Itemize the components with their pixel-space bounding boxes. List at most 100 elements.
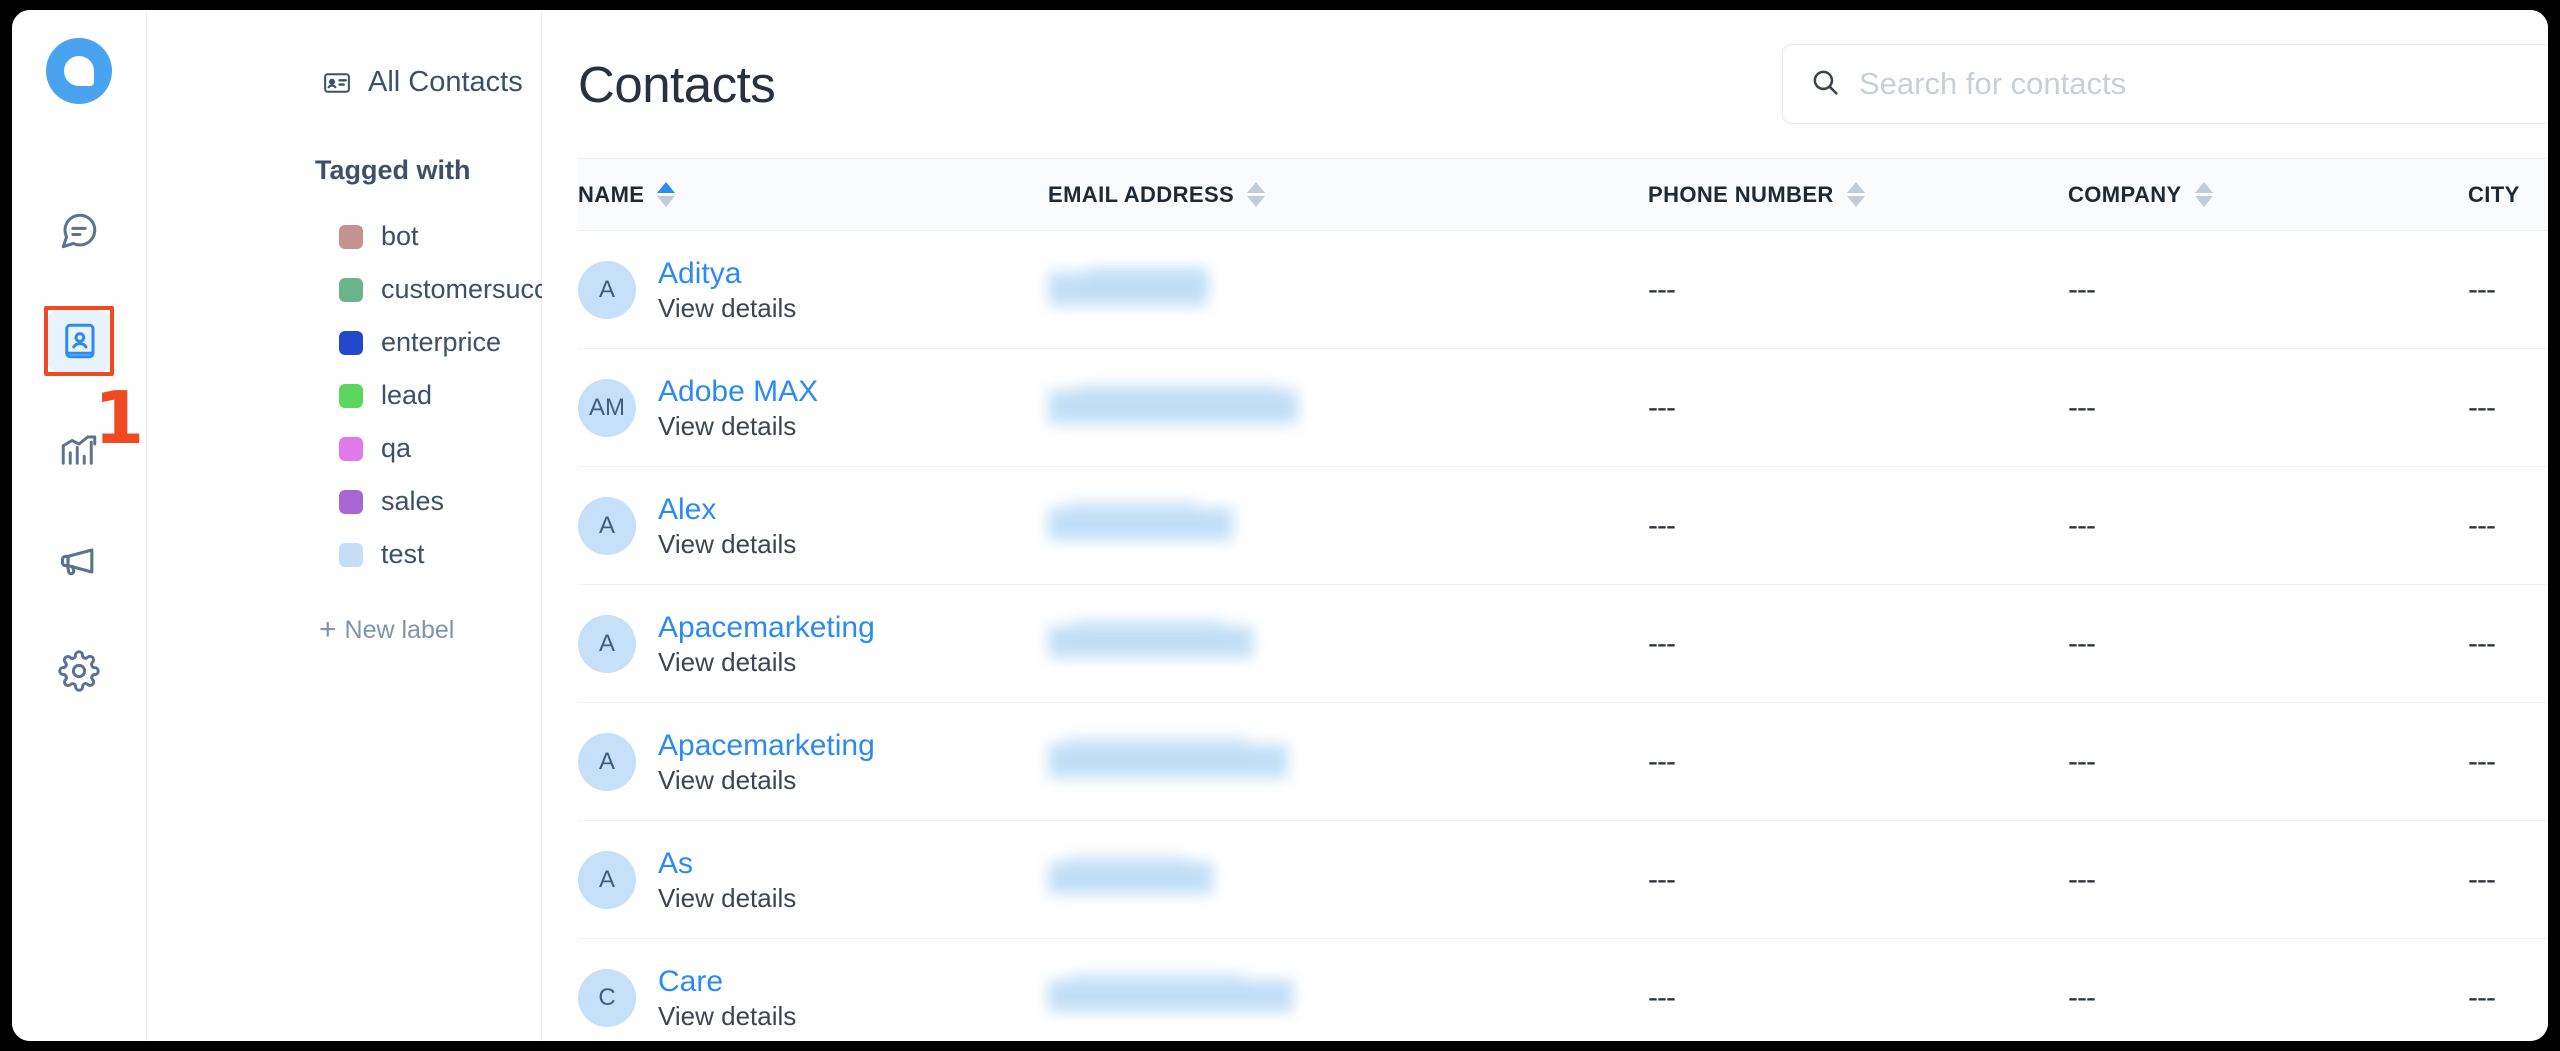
main-content: Contacts Search for contacts Filter [542, 10, 2548, 1041]
column-header-phone[interactable]: PHONE NUMBER [1488, 158, 1908, 231]
tag-color-swatch [339, 277, 363, 302]
sidebar-item-settings[interactable] [48, 640, 110, 702]
view-details-link[interactable]: View details [658, 648, 875, 677]
avatar: A [578, 496, 636, 555]
tag-color-swatch [339, 383, 363, 408]
cell-email [1048, 348, 1488, 467]
tagged-with-heading: Tagged with [315, 155, 471, 185]
table-row[interactable]: A Aditya View details --- --- --- [578, 230, 2548, 349]
table-row[interactable]: A Alex View details --- --- --- [578, 466, 2548, 585]
contact-name-link[interactable]: Adobe MAX [658, 375, 818, 408]
chatwoot-logo[interactable] [46, 38, 112, 104]
cell-phone: --- [1488, 584, 1908, 703]
table-body: A Aditya View details --- --- --- AM Ado… [578, 230, 2548, 1041]
cell-city: --- [2308, 584, 2548, 703]
cell-email [1048, 230, 1488, 349]
redacted-email [1048, 498, 1488, 554]
table-row[interactable]: A Apacemarketing View details --- --- --… [578, 584, 2548, 703]
cell-email [1048, 702, 1488, 821]
cell-name[interactable]: C Care View details [578, 938, 1048, 1041]
avatar: A [578, 850, 636, 909]
cell-email [1048, 466, 1488, 585]
cell-company: --- [1908, 938, 2308, 1041]
sort-toggle-icon[interactable] [1846, 182, 1865, 207]
tag-label: test [381, 539, 425, 569]
search-input[interactable]: Search for contacts [1782, 44, 2548, 124]
cell-name[interactable]: A As View details [578, 820, 1048, 939]
column-label: COMPANY [2068, 181, 2182, 207]
tag-color-swatch [339, 542, 363, 567]
cell-city: --- [2308, 348, 2548, 467]
table-row[interactable]: AM Adobe MAX View details --- --- --- [578, 348, 2548, 467]
avatar: AM [578, 378, 636, 437]
tag-color-swatch [339, 436, 363, 461]
tag-item-customersuccess[interactable]: customersuccess [147, 263, 590, 316]
contacts-table-container[interactable]: NAME EMAIL ADDRESS PHONE NUMBER COMPANY … [542, 158, 2548, 1041]
tag-item-bot[interactable]: bot [147, 210, 541, 263]
tag-label: enterprice [381, 327, 502, 357]
column-header-city[interactable]: CITY [2308, 158, 2548, 231]
sort-toggle-icon[interactable] [1247, 182, 1266, 207]
view-details-link[interactable]: View details [658, 884, 796, 913]
app-window: 11 All Contacts Tagged with bot customer… [12, 10, 2548, 1041]
table-header-row: NAME EMAIL ADDRESS PHONE NUMBER COMPANY … [578, 158, 2548, 231]
redacted-email [1048, 262, 1488, 318]
cell-name[interactable]: AM Adobe MAX View details [578, 348, 1048, 467]
sidebar-item-conversations[interactable] [48, 200, 110, 262]
contact-name-link[interactable]: Aditya [658, 257, 796, 290]
sidebar-item-all-contacts[interactable]: All Contacts [147, 66, 541, 99]
sort-toggle-icon[interactable] [657, 182, 676, 207]
search-placeholder: Search for contacts [1859, 66, 2127, 101]
cell-name[interactable]: A Aditya View details [578, 230, 1048, 349]
megaphone-icon [57, 539, 101, 583]
tag-item-lead[interactable]: lead [147, 369, 541, 422]
cell-email [1048, 584, 1488, 703]
tag-item-sales[interactable]: sales [147, 475, 541, 528]
sort-toggle-icon[interactable] [2194, 182, 2213, 207]
contact-name-link[interactable]: Alex [658, 493, 796, 526]
tag-color-swatch [339, 330, 363, 355]
cell-phone: --- [1488, 938, 1908, 1041]
avatar: A [578, 614, 636, 673]
cell-name[interactable]: A Alex View details [578, 466, 1048, 585]
all-contacts-label: All Contacts [368, 66, 523, 98]
tag-item-test[interactable]: test [147, 528, 541, 581]
contact-name-link[interactable]: Apacemarketing [658, 729, 875, 762]
cell-company: --- [1908, 348, 2308, 467]
redacted-email [1048, 852, 1488, 908]
plus-icon: + [319, 613, 337, 646]
table-header: NAME EMAIL ADDRESS PHONE NUMBER COMPANY … [578, 158, 2548, 231]
sidebar-item-contacts[interactable] [44, 306, 114, 376]
cell-company: --- [1908, 702, 2308, 821]
table-row[interactable]: A As View details --- --- --- [578, 820, 2548, 939]
new-label-button[interactable]: + New label [319, 615, 541, 645]
tag-item-qa[interactable]: qa [147, 422, 541, 475]
contact-name-link[interactable]: Care [658, 965, 796, 998]
tag-label: bot [381, 221, 419, 251]
cell-name[interactable]: A Apacemarketing View details [578, 584, 1048, 703]
column-header-company[interactable]: COMPANY [1908, 158, 2308, 231]
view-details-link[interactable]: View details [658, 766, 875, 795]
avatar: C [578, 968, 636, 1027]
chat-bubble-icon [58, 210, 100, 252]
contacts-toolbar: Contacts Search for contacts Filter [542, 10, 2548, 158]
page-title: Contacts [578, 55, 776, 113]
avatar: A [578, 732, 636, 791]
contact-name-link[interactable]: Apacemarketing [658, 611, 875, 644]
table-row[interactable]: A Apacemarketing View details --- --- --… [578, 702, 2548, 821]
contacts-table: NAME EMAIL ADDRESS PHONE NUMBER COMPANY … [578, 158, 2548, 1041]
column-header-email[interactable]: EMAIL ADDRESS [1048, 158, 1488, 231]
view-details-link[interactable]: View details [658, 294, 796, 323]
column-label: PHONE NUMBER [1648, 181, 1834, 207]
table-row[interactable]: C Care View details --- --- --- [578, 938, 2548, 1041]
redacted-email [1048, 380, 1488, 436]
cell-phone: --- [1488, 702, 1908, 821]
cell-name[interactable]: A Apacemarketing View details [578, 702, 1048, 821]
tag-item-enterprice[interactable]: enterprice [147, 316, 541, 369]
contact-name-link[interactable]: As [658, 847, 796, 880]
sidebar-item-campaigns[interactable] [48, 530, 110, 592]
view-details-link[interactable]: View details [658, 1002, 796, 1031]
view-details-link[interactable]: View details [658, 530, 796, 559]
view-details-link[interactable]: View details [658, 412, 818, 441]
column-header-name[interactable]: NAME [578, 158, 1048, 231]
